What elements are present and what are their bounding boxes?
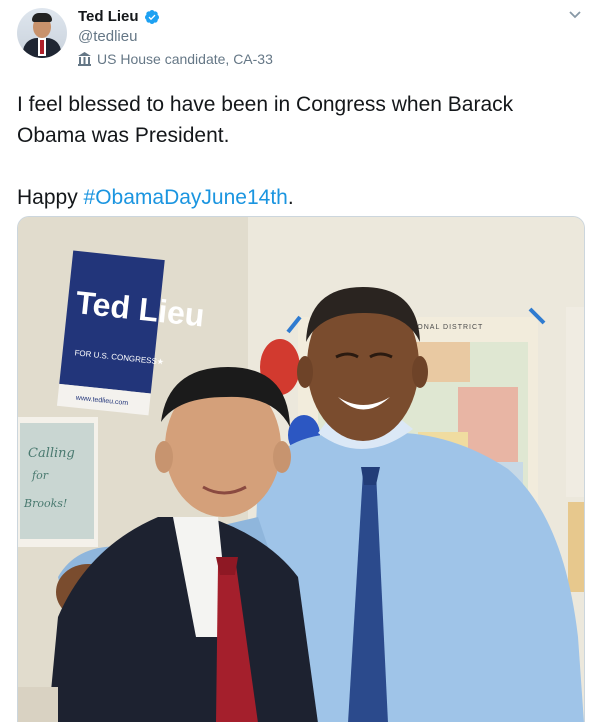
poster-line2: for <box>31 469 49 482</box>
author-handle[interactable]: @tedlieu <box>78 28 137 45</box>
poster-line3: Brooks! <box>23 497 67 510</box>
tweet-text-line1: I feel blessed to have been in Congress … <box>17 93 514 116</box>
tweet-text-line3: Happy #ObamaDayJune14th. <box>17 182 577 213</box>
tweet-text: I feel blessed to have been in Congress … <box>17 89 577 213</box>
avatar[interactable] <box>17 8 67 58</box>
photo-image: Ted Lieu FOR U.S. CONGRESS★ www.tedlieu.… <box>18 217 584 722</box>
author-label-text: US House candidate, CA-33 <box>97 51 273 67</box>
period-text: . <box>287 186 294 209</box>
author-label: US House candidate, CA-33 <box>78 51 273 67</box>
verified-badge-icon <box>144 9 159 24</box>
government-building-icon <box>78 52 91 66</box>
tweet-text-line2: Obama was President. <box>17 124 230 147</box>
poster: Calling for Brooks! <box>18 417 98 547</box>
chevron-down-icon[interactable] <box>566 8 584 22</box>
author-name-row[interactable]: Ted Lieu <box>78 8 160 25</box>
display-name[interactable]: Ted Lieu <box>78 8 139 25</box>
happy-text: Happy <box>17 186 84 209</box>
poster-line1: Calling <box>28 446 75 461</box>
hashtag-link[interactable]: #ObamaDayJune14th <box>84 186 288 209</box>
tweet-card: Ted Lieu @tedlieu US House candidate, CA… <box>0 0 592 722</box>
tweet-photo[interactable]: Ted Lieu FOR U.S. CONGRESS★ www.tedlieu.… <box>17 216 585 722</box>
